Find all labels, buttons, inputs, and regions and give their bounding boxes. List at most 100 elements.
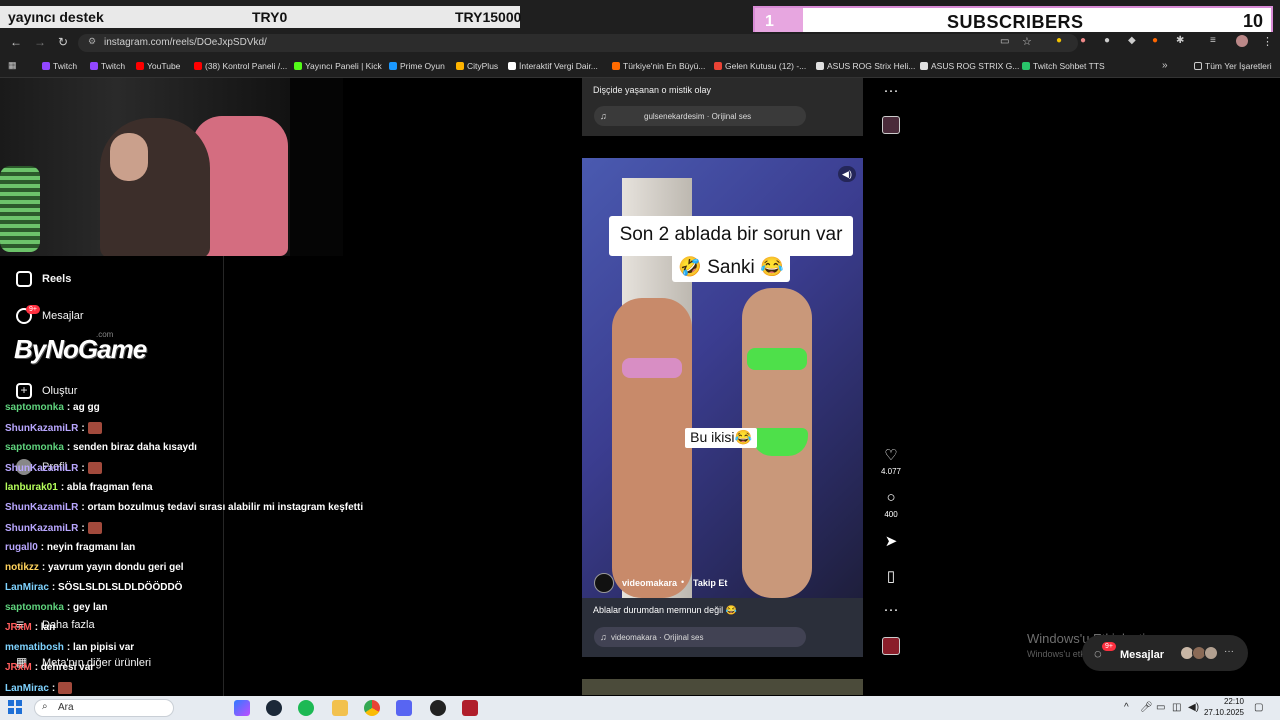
search-icon: ⌕	[42, 701, 48, 712]
profile-avatar[interactable]	[1236, 35, 1248, 47]
chat-username[interactable]: ShunKazamiLR	[5, 423, 78, 434]
reel-swimsuit-green-bottom	[752, 428, 808, 456]
reel-overlay-text-2: 🤣 Sanki 😂	[672, 252, 790, 282]
copilot-icon[interactable]	[234, 700, 250, 716]
chrome-icon[interactable]	[364, 700, 380, 716]
extension-shield-icon[interactable]: ●	[1056, 35, 1062, 46]
chat-username[interactable]: ShunKazamiLR	[5, 502, 78, 513]
chat-message-text: :	[51, 682, 56, 694]
like-icon[interactable]: ♡	[880, 446, 902, 464]
bookmark-kick[interactable]: Yayıncı Paneli | Kick	[294, 61, 382, 71]
prime-icon	[389, 62, 397, 70]
follow-button[interactable]: Takip Et	[693, 578, 727, 588]
sidebar-item-create[interactable]: + Oluştur	[16, 383, 77, 399]
chat-message: LanMirac: SÖSLSLDLSLDLDÖÖDDÖ	[5, 582, 182, 593]
chat-username[interactable]: rugall0	[5, 542, 38, 553]
sound-icon[interactable]: ◀)	[838, 166, 856, 182]
webcam-face	[110, 133, 148, 181]
bookmark-cityplus[interactable]: CityPlus	[456, 61, 498, 71]
taskbar-search[interactable]	[34, 699, 174, 717]
chat-message: mematibosh: lan pipisi var	[5, 642, 134, 653]
more-options-icon[interactable]: ···	[880, 601, 902, 618]
share-icon[interactable]: ➤	[880, 532, 902, 550]
taskbar-date[interactable]: 27.10.2025	[1196, 708, 1244, 717]
tray-overflow-icon[interactable]: ^	[1124, 702, 1129, 713]
display-icon[interactable]: ▭	[1156, 702, 1165, 713]
bookmark-vergi[interactable]: İnteraktif Vergi Dair...	[508, 61, 598, 71]
reel-author-avatar[interactable]	[594, 573, 614, 593]
chat-username[interactable]: saptomonka	[5, 602, 64, 613]
extensions-puzzle-icon[interactable]: ✱	[1176, 35, 1184, 46]
reel-overlay-text-3: Bu ikisi😂	[685, 428, 757, 448]
chat-username[interactable]: ShunKazamiLR	[5, 463, 78, 474]
youtube-studio-icon	[194, 62, 202, 70]
sidebar-item-reels[interactable]: Reels	[16, 271, 71, 287]
apps-icon[interactable]: ▦	[8, 60, 17, 71]
forward-icon[interactable]: →	[34, 35, 46, 49]
bookmark-asus-1[interactable]: ASUS ROG Strix Heli...	[816, 61, 915, 71]
extension-orange-icon[interactable]: ●	[1152, 35, 1158, 46]
chat-message: ShunKazamiLR:	[5, 462, 102, 474]
chat-username[interactable]: LanMirac	[5, 582, 49, 593]
previous-audio-thumbnail[interactable]	[882, 116, 900, 134]
more-options-icon[interactable]: ···	[1224, 646, 1234, 657]
messenger-icon: ◌	[1094, 646, 1102, 661]
chat-username[interactable]: notikzz	[5, 562, 39, 573]
url-text: instagram.com/reels/DOeJxpSDVkd/	[104, 37, 267, 48]
reload-icon[interactable]: ↻	[58, 35, 68, 49]
save-icon[interactable]: ▯	[880, 567, 902, 585]
bookmark-twitch-1[interactable]: Twitch	[42, 61, 77, 71]
steam-icon[interactable]	[266, 700, 282, 716]
reading-list-icon[interactable]: ≡	[1210, 35, 1216, 46]
bookmark-gmail[interactable]: Gelen Kutusu (12) -...	[714, 61, 806, 71]
reels-icon	[16, 271, 32, 287]
comment-icon[interactable]: ○	[880, 489, 902, 506]
reel-author[interactable]: videomakara	[622, 578, 677, 588]
network-icon[interactable]: ◫	[1172, 702, 1181, 713]
file-explorer-icon[interactable]	[332, 700, 348, 716]
menu-icon[interactable]: ⋮	[1262, 35, 1273, 48]
chat-message-text: :	[81, 462, 85, 474]
microphone-icon[interactable]: 🎤︎	[1140, 702, 1153, 713]
back-icon[interactable]: ←	[10, 35, 22, 49]
chat-message: notikzz: yavrum yayın dondu geri gel	[5, 562, 184, 573]
bookmark-yt-studio[interactable]: (38) Kontrol Paneli /...	[194, 61, 287, 71]
chat-username[interactable]: lanburak01	[5, 482, 58, 493]
windows-start-icon[interactable]	[8, 700, 22, 714]
chat-username[interactable]: saptomonka	[5, 402, 64, 413]
site-info-icon[interactable]: ⚙	[88, 36, 96, 47]
chat-username[interactable]: LanMirac	[5, 683, 49, 694]
bookmark-youtube[interactable]: YouTube	[136, 61, 180, 71]
spotify-icon[interactable]	[298, 700, 314, 716]
next-reel[interactable]	[582, 679, 863, 695]
reel-swimsuit-pink	[622, 358, 682, 378]
chat-username[interactable]: mematibosh	[5, 642, 64, 653]
bookmark-star-icon[interactable]: ☆	[1022, 35, 1032, 48]
extension-globe-icon[interactable]: ●	[1104, 35, 1110, 46]
subs-count-goal: 10	[1242, 11, 1263, 31]
bookmark-turkiye[interactable]: Türkiye'nin En Büyü...	[612, 61, 705, 71]
more-options-icon[interactable]: ···	[880, 82, 902, 99]
app-shield-icon[interactable]	[462, 700, 478, 716]
chat-username[interactable]: JRxM	[5, 662, 32, 673]
chat-username[interactable]: JRxM	[5, 622, 32, 633]
audio-thumbnail[interactable]	[882, 637, 900, 655]
like-count: 4.077	[880, 467, 902, 476]
bookmarks-overflow-icon[interactable]: »	[1162, 60, 1168, 71]
cast-icon[interactable]: ▭	[1000, 36, 1009, 47]
chat-message-text: : lan	[34, 622, 56, 633]
chat-username[interactable]: saptomonka	[5, 442, 64, 453]
extension-icon[interactable]: ●	[1080, 35, 1086, 46]
bookmark-twitch-2[interactable]: Twitch	[90, 61, 125, 71]
bookmark-prime[interactable]: Prime Oyun	[389, 61, 445, 71]
obs-icon[interactable]	[430, 700, 446, 716]
taskbar-time[interactable]: 22:10	[1204, 697, 1244, 706]
chat-username[interactable]: ShunKazamiLR	[5, 523, 78, 534]
bookmark-asus-2[interactable]: ASUS ROG STRIX G...	[920, 61, 1019, 71]
notification-icon[interactable]: ▢	[1254, 702, 1263, 713]
discord-icon[interactable]	[396, 700, 412, 716]
extension-diamond-icon[interactable]: ◆	[1128, 35, 1136, 46]
chat-message-text: : yavrum yayın dondu geri gel	[41, 562, 184, 573]
bookmark-all[interactable]: Tüm Yer İşaretleri	[1194, 61, 1272, 71]
bookmark-tts[interactable]: Twitch Sohbet TTS	[1022, 61, 1105, 71]
